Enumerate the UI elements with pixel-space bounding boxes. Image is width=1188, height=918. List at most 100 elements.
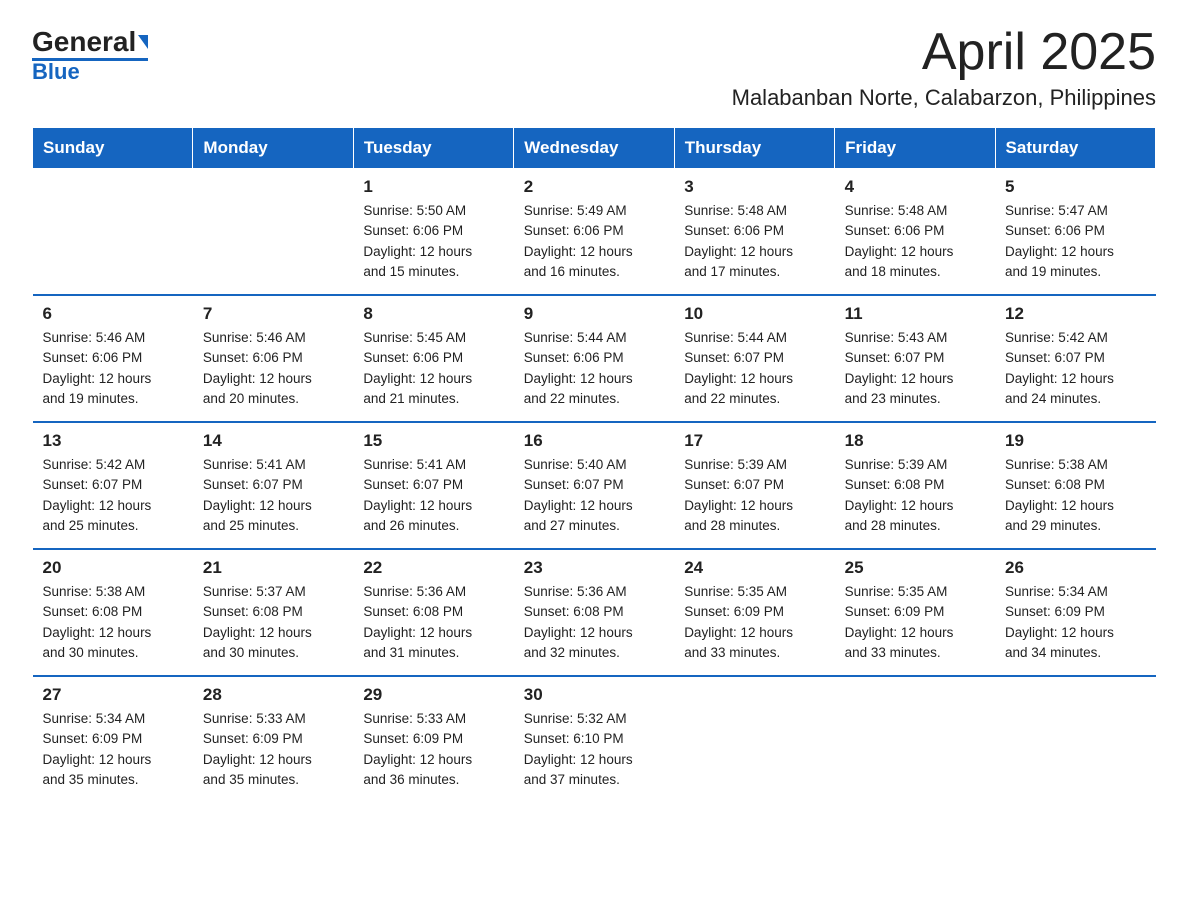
day-number: 4: [845, 177, 985, 197]
day-number: 3: [684, 177, 824, 197]
calendar-day-14: 14 Sunrise: 5:41 AM Sunset: 6:07 PM Dayli…: [193, 422, 353, 549]
day-info: Sunrise: 5:49 AM Sunset: 6:06 PM Dayligh…: [524, 201, 664, 282]
calendar-day-22: 22 Sunrise: 5:36 AM Sunset: 6:08 PM Dayli…: [353, 549, 513, 676]
day-info: Sunrise: 5:41 AM Sunset: 6:07 PM Dayligh…: [363, 455, 503, 536]
day-number: 21: [203, 558, 343, 578]
calendar-day-21: 21 Sunrise: 5:37 AM Sunset: 6:08 PM Dayli…: [193, 549, 353, 676]
logo-general: General: [32, 28, 136, 56]
calendar-week-row: 1 Sunrise: 5:50 AM Sunset: 6:06 PM Daylig…: [33, 169, 1156, 296]
day-info: Sunrise: 5:38 AM Sunset: 6:08 PM Dayligh…: [43, 582, 183, 663]
calendar-day-27: 27Sunrise: 5:34 AM Sunset: 6:09 PM Dayli…: [33, 676, 193, 802]
day-info: Sunrise: 5:36 AM Sunset: 6:08 PM Dayligh…: [363, 582, 503, 663]
calendar-day-empty: [33, 169, 193, 296]
day-number: 10: [684, 304, 824, 324]
day-number: 19: [1005, 431, 1145, 451]
calendar-week-row: 13 Sunrise: 5:42 AM Sunset: 6:07 PM Dayli…: [33, 422, 1156, 549]
day-number: 28: [203, 685, 343, 705]
calendar-day-24: 24Sunrise: 5:35 AM Sunset: 6:09 PM Dayli…: [674, 549, 834, 676]
logo-blue: Blue: [32, 61, 80, 83]
day-number: 17: [684, 431, 824, 451]
day-info: Sunrise: 5:39 AM Sunset: 6:08 PM Dayligh…: [845, 455, 985, 536]
day-info: Sunrise: 5:50 AM Sunset: 6:06 PM Dayligh…: [363, 201, 503, 282]
weekday-header-wednesday: Wednesday: [514, 128, 674, 169]
day-number: 14: [203, 431, 343, 451]
day-info: Sunrise: 5:32 AM Sunset: 6:10 PM Dayligh…: [524, 709, 664, 790]
calendar-day-15: 15 Sunrise: 5:41 AM Sunset: 6:07 PM Dayli…: [353, 422, 513, 549]
calendar-day-23: 23 Sunrise: 5:36 AM Sunset: 6:08 PM Dayli…: [514, 549, 674, 676]
day-number: 2: [524, 177, 664, 197]
day-info: Sunrise: 5:46 AM Sunset: 6:06 PM Dayligh…: [203, 328, 343, 409]
calendar-day-9: 9 Sunrise: 5:44 AM Sunset: 6:06 PM Daylig…: [514, 295, 674, 422]
day-info: Sunrise: 5:33 AM Sunset: 6:09 PM Dayligh…: [363, 709, 503, 790]
day-number: 7: [203, 304, 343, 324]
calendar-header-row: SundayMondayTuesdayWednesdayThursdayFrid…: [33, 128, 1156, 169]
weekday-header-friday: Friday: [835, 128, 995, 169]
calendar-day-11: 11 Sunrise: 5:43 AM Sunset: 6:07 PM Dayli…: [835, 295, 995, 422]
day-number: 22: [363, 558, 503, 578]
calendar-day-17: 17Sunrise: 5:39 AM Sunset: 6:07 PM Dayli…: [674, 422, 834, 549]
title-block: April 2025 Malabanban Norte, Calabarzon,…: [732, 24, 1156, 111]
calendar-day-5: 5 Sunrise: 5:47 AM Sunset: 6:06 PM Daylig…: [995, 169, 1155, 296]
day-number: 11: [845, 304, 985, 324]
weekday-header-sunday: Sunday: [33, 128, 193, 169]
day-info: Sunrise: 5:34 AM Sunset: 6:09 PM Dayligh…: [43, 709, 183, 790]
calendar-day-6: 6Sunrise: 5:46 AM Sunset: 6:06 PM Daylig…: [33, 295, 193, 422]
day-info: Sunrise: 5:44 AM Sunset: 6:07 PM Dayligh…: [684, 328, 824, 409]
calendar-day-7: 7 Sunrise: 5:46 AM Sunset: 6:06 PM Daylig…: [193, 295, 353, 422]
day-number: 9: [524, 304, 664, 324]
day-info: Sunrise: 5:35 AM Sunset: 6:09 PM Dayligh…: [845, 582, 985, 663]
calendar-day-18: 18Sunrise: 5:39 AM Sunset: 6:08 PM Dayli…: [835, 422, 995, 549]
calendar-week-row: 27Sunrise: 5:34 AM Sunset: 6:09 PM Dayli…: [33, 676, 1156, 802]
calendar-day-20: 20 Sunrise: 5:38 AM Sunset: 6:08 PM Dayli…: [33, 549, 193, 676]
weekday-header-monday: Monday: [193, 128, 353, 169]
day-info: Sunrise: 5:36 AM Sunset: 6:08 PM Dayligh…: [524, 582, 664, 663]
calendar-day-26: 26 Sunrise: 5:34 AM Sunset: 6:09 PM Dayli…: [995, 549, 1155, 676]
day-number: 1: [363, 177, 503, 197]
calendar-table: SundayMondayTuesdayWednesdayThursdayFrid…: [32, 127, 1156, 802]
day-info: Sunrise: 5:47 AM Sunset: 6:06 PM Dayligh…: [1005, 201, 1145, 282]
day-number: 24: [684, 558, 824, 578]
calendar-day-16: 16Sunrise: 5:40 AM Sunset: 6:07 PM Dayli…: [514, 422, 674, 549]
day-info: Sunrise: 5:41 AM Sunset: 6:07 PM Dayligh…: [203, 455, 343, 536]
calendar-day-4: 4Sunrise: 5:48 AM Sunset: 6:06 PM Daylig…: [835, 169, 995, 296]
day-info: Sunrise: 5:34 AM Sunset: 6:09 PM Dayligh…: [1005, 582, 1145, 663]
day-number: 30: [524, 685, 664, 705]
day-number: 25: [845, 558, 985, 578]
calendar-day-19: 19Sunrise: 5:38 AM Sunset: 6:08 PM Dayli…: [995, 422, 1155, 549]
day-info: Sunrise: 5:42 AM Sunset: 6:07 PM Dayligh…: [43, 455, 183, 536]
weekday-header-saturday: Saturday: [995, 128, 1155, 169]
day-info: Sunrise: 5:43 AM Sunset: 6:07 PM Dayligh…: [845, 328, 985, 409]
calendar-week-row: 6Sunrise: 5:46 AM Sunset: 6:06 PM Daylig…: [33, 295, 1156, 422]
calendar-day-empty: [674, 676, 834, 802]
weekday-header-thursday: Thursday: [674, 128, 834, 169]
day-info: Sunrise: 5:33 AM Sunset: 6:09 PM Dayligh…: [203, 709, 343, 790]
day-number: 13: [43, 431, 183, 451]
calendar-week-row: 20 Sunrise: 5:38 AM Sunset: 6:08 PM Dayli…: [33, 549, 1156, 676]
day-number: 20: [43, 558, 183, 578]
calendar-day-10: 10 Sunrise: 5:44 AM Sunset: 6:07 PM Dayli…: [674, 295, 834, 422]
day-number: 5: [1005, 177, 1145, 197]
day-number: 29: [363, 685, 503, 705]
day-info: Sunrise: 5:37 AM Sunset: 6:08 PM Dayligh…: [203, 582, 343, 663]
day-number: 23: [524, 558, 664, 578]
day-number: 16: [524, 431, 664, 451]
day-info: Sunrise: 5:44 AM Sunset: 6:06 PM Dayligh…: [524, 328, 664, 409]
calendar-day-1: 1 Sunrise: 5:50 AM Sunset: 6:06 PM Daylig…: [353, 169, 513, 296]
calendar-day-13: 13 Sunrise: 5:42 AM Sunset: 6:07 PM Dayli…: [33, 422, 193, 549]
weekday-header-tuesday: Tuesday: [353, 128, 513, 169]
calendar-day-30: 30 Sunrise: 5:32 AM Sunset: 6:10 PM Dayli…: [514, 676, 674, 802]
calendar-day-8: 8Sunrise: 5:45 AM Sunset: 6:06 PM Daylig…: [353, 295, 513, 422]
day-info: Sunrise: 5:45 AM Sunset: 6:06 PM Dayligh…: [363, 328, 503, 409]
calendar-day-25: 25 Sunrise: 5:35 AM Sunset: 6:09 PM Dayli…: [835, 549, 995, 676]
calendar-day-empty: [193, 169, 353, 296]
calendar-day-3: 3Sunrise: 5:48 AM Sunset: 6:06 PM Daylig…: [674, 169, 834, 296]
calendar-day-empty: [835, 676, 995, 802]
calendar-day-28: 28 Sunrise: 5:33 AM Sunset: 6:09 PM Dayli…: [193, 676, 353, 802]
calendar-subtitle: Malabanban Norte, Calabarzon, Philippine…: [732, 85, 1156, 111]
logo-triangle-icon: [138, 35, 148, 49]
day-number: 26: [1005, 558, 1145, 578]
page-header: General Blue April 2025 Malabanban Norte…: [32, 24, 1156, 111]
calendar-day-29: 29 Sunrise: 5:33 AM Sunset: 6:09 PM Dayli…: [353, 676, 513, 802]
day-number: 15: [363, 431, 503, 451]
calendar-day-empty: [995, 676, 1155, 802]
